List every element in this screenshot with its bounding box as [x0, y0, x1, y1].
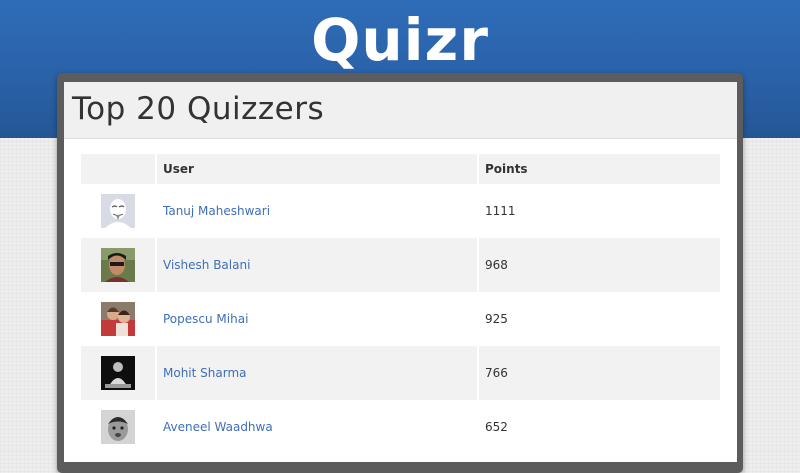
user-photo-avatar[interactable]: [101, 302, 135, 336]
quizr-logo[interactable]: Quizr: [0, 0, 800, 80]
table-header-row: User Points: [81, 154, 720, 184]
user-photo-avatar[interactable]: [101, 248, 135, 282]
user-cell: Mohit Sharma: [157, 346, 477, 400]
avatar-cell: [81, 292, 155, 346]
points-cell: 1111: [485, 204, 516, 218]
table-row: Mohit Sharma 766: [81, 346, 720, 400]
user-link[interactable]: Mohit Sharma: [163, 366, 247, 380]
user-column-header: User: [157, 154, 477, 184]
table-row: Aveneel Waadhwa 652: [81, 400, 720, 454]
avatar-cell: [81, 346, 155, 400]
user-cell: Vishesh Balani: [157, 238, 477, 292]
leaderboard-panel: Top 20 Quizzers User Points Tanuj Mahesh…: [64, 82, 737, 462]
points-cell: 968: [479, 238, 720, 292]
table-row: Vishesh Balani 968: [81, 238, 720, 292]
points-cell: 652: [485, 420, 508, 434]
points-cell: 925: [485, 312, 508, 326]
user-cell: Aveneel Waadhwa: [157, 400, 477, 454]
user-link[interactable]: Tanuj Maheshwari: [163, 204, 270, 218]
title-bar: Top 20 Quizzers: [64, 82, 737, 139]
user-cell: Tanuj Maheshwari: [157, 184, 477, 238]
avatar-column-header: [81, 154, 155, 184]
table-row: Tanuj Maheshwari 1111: [81, 184, 720, 238]
user-cell: Popescu Mihai: [157, 292, 477, 346]
user-link[interactable]: Vishesh Balani: [163, 258, 250, 272]
user-link[interactable]: Popescu Mihai: [163, 312, 248, 326]
points-column-header: Points: [479, 154, 720, 184]
anonymous-mask-avatar-icon[interactable]: [101, 194, 135, 228]
user-link[interactable]: Aveneel Waadhwa: [163, 420, 273, 434]
avatar-cell: [81, 400, 155, 454]
points-cell: 766: [479, 346, 720, 400]
avatar-cell: [81, 238, 155, 292]
table-row: Popescu Mihai 925: [81, 292, 720, 346]
avatar-cell: [81, 184, 155, 238]
user-photo-avatar[interactable]: [101, 410, 135, 444]
page-title: Top 20 Quizzers: [72, 91, 325, 127]
leaderboard-table: User Points Tanuj Maheshwari 1111 Vishes…: [79, 154, 722, 454]
user-photo-avatar[interactable]: [101, 356, 135, 390]
